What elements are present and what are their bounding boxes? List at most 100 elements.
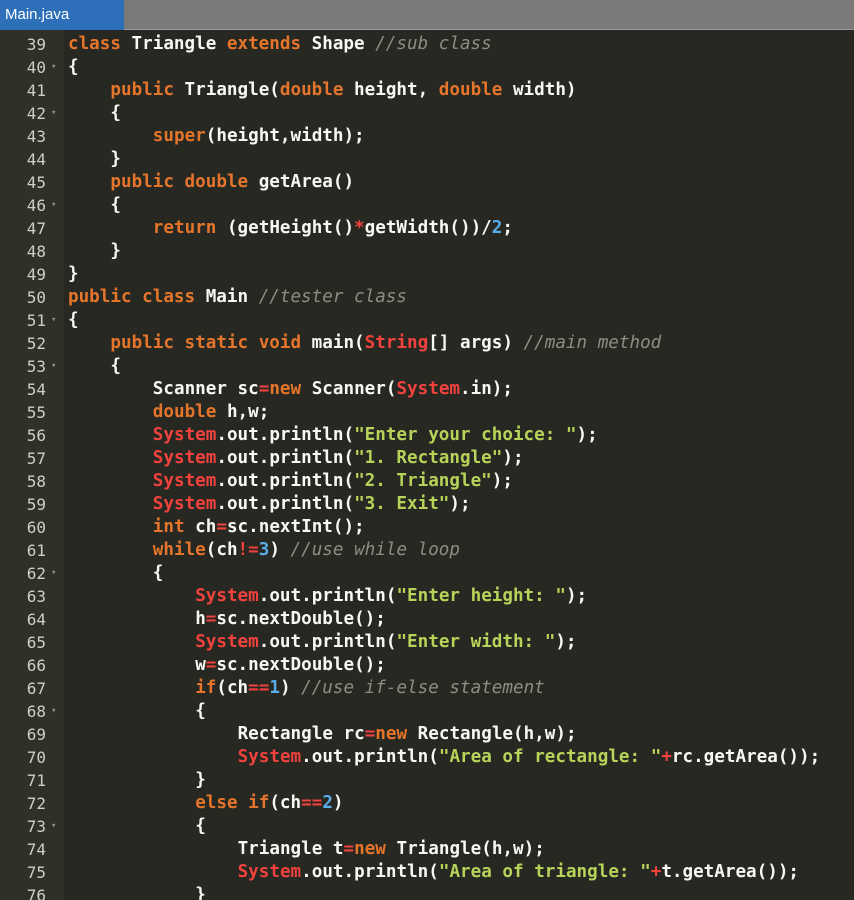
code-token: //tester class [258,287,407,307]
code-line[interactable]: 55 double h,w; [0,401,854,424]
code-line[interactable]: 62 ▾ { [0,562,854,585]
code-line[interactable]: 44} [0,148,854,171]
code-token: h [195,609,206,629]
code-line[interactable]: 48} [0,240,854,263]
code-line[interactable]: 60 int ch=sc.nextInt(); [0,516,854,539]
code-token: ); [576,425,598,445]
line-number: 48 [26,242,46,261]
code-text: h=sc.nextDouble(); [68,608,386,631]
code-token: sc.nextInt(); [226,517,365,537]
code-token: = [258,379,270,399]
fold-toggle-icon[interactable]: ▾ [51,194,56,217]
code-token: rc.getArea()); [671,747,821,767]
fold-toggle-icon[interactable]: ▾ [51,700,56,723]
code-lines: 39 class Triangle extends Shape //sub cla… [0,33,854,900]
fold-toggle-icon[interactable]: ▾ [51,815,56,838]
code-token: 1 [269,678,280,698]
code-text: public class Main //tester class [68,286,407,309]
code-line[interactable]: 52 public static void main(String[] args)… [0,332,854,355]
line-number: 54 [26,380,46,399]
code-line[interactable]: 69 Rectangle rc=new Rectangle(h,w); [0,723,854,746]
fold-toggle-icon[interactable]: ▾ [51,355,56,378]
code-line[interactable]: 65 System.out.println("Enter width: "); [0,631,854,654]
code-line[interactable]: 71} [0,769,854,792]
code-line[interactable]: 56 System.out.println("Enter your choice:… [0,424,854,447]
code-token: (ch [269,793,302,813]
code-line[interactable]: 70 System.out.println("Area of rectangle:… [0,746,854,769]
fold-toggle-icon[interactable]: ▾ [51,56,56,79]
code-line[interactable]: 42 ▾ { [0,102,854,125]
code-line[interactable]: 43 super(height,width); [0,125,854,148]
code-line[interactable]: 76} [0,884,854,900]
code-line[interactable]: 63 System.out.println("Enter height: "); [0,585,854,608]
code-line[interactable]: 51 ▾ { [0,309,854,332]
line-number: 69 [26,725,46,744]
code-line[interactable]: 57 System.out.println("1. Rectangle"); [0,447,854,470]
fold-toggle-icon[interactable]: ▾ [51,562,56,585]
code-token: getArea() [248,172,355,192]
code-token: = [343,839,355,859]
code-line[interactable]: 61 while(ch!=3) //use while loop [0,539,854,562]
code-text: while(ch!=3) //use while loop [68,539,460,562]
code-text: return (getHeight()*getWidth())/2; [68,217,513,240]
code-line[interactable]: 64 h=sc.nextDouble(); [0,608,854,631]
code-token: + [650,862,662,882]
code-line[interactable]: 59 System.out.println("3. Exit"); [0,493,854,516]
code-line[interactable]: 58 System.out.println("2. Triangle"); [0,470,854,493]
code-token: == [301,793,323,813]
code-token: ) [332,793,344,813]
code-line[interactable]: 68 ▾ { [0,700,854,723]
code-line[interactable]: 46 ▾ { [0,194,854,217]
line-number: 66 [26,656,46,675]
line-number: 60 [26,518,46,537]
code-editor[interactable]: 39 class Triangle extends Shape //sub cla… [0,30,854,900]
code-token: new [269,379,302,399]
code-token: } [195,770,206,790]
code-text: } [68,148,121,171]
code-line[interactable]: 45 public double getArea() [0,171,854,194]
code-token: return [152,218,217,238]
code-text: { [68,562,164,585]
tab-main-java[interactable]: Main.java [0,0,124,30]
code-token: { [195,701,206,721]
code-token: ); [502,448,524,468]
code-line[interactable]: 66 w=sc.nextDouble(); [0,654,854,677]
code-line[interactable]: 74 Triangle t=new Triangle(h,w); [0,838,854,861]
code-token: { [152,563,164,583]
code-token: "2. Triangle" [354,471,492,491]
code-line[interactable]: 40 ▾ { [0,56,854,79]
code-token: { [110,195,121,215]
code-line[interactable]: 41 public Triangle(double height, double … [0,79,854,102]
code-token: .out.println( [216,494,355,514]
code-text: System.out.println("3. Exit"); [68,493,471,516]
line-number: 43 [26,127,46,146]
code-token: double [152,402,217,422]
code-text: w=sc.nextDouble(); [68,654,386,677]
line-number: 51 [26,311,46,330]
code-line[interactable]: 47 return (getHeight()*getWidth())/2; [0,217,854,240]
code-token: "Enter width: " [396,632,556,652]
code-token: } [68,264,79,284]
code-text: if(ch==1) //use if-else statement [68,677,545,700]
code-token: class [68,34,121,54]
code-token: Triangle t [237,839,344,859]
code-line[interactable]: 72 else if(ch==2) [0,792,854,815]
fold-toggle-icon[interactable]: ▾ [51,309,56,332]
code-line[interactable]: 53 ▾ { [0,355,854,378]
line-number: 59 [26,495,46,514]
fold-toggle-icon[interactable]: ▾ [51,102,56,125]
code-line[interactable]: 39 class Triangle extends Shape //sub cla… [0,33,854,56]
code-text: Scanner sc=new Scanner(System.in); [68,378,513,401]
line-number: 58 [26,472,46,491]
line-number: 73 [26,817,46,836]
code-line[interactable]: 75 System.out.println("Area of triangle: … [0,861,854,884]
code-line[interactable]: 50 public class Main //tester class [0,286,854,309]
code-line[interactable]: 54 Scanner sc=new Scanner(System.in); [0,378,854,401]
code-line[interactable]: 49} [0,263,854,286]
code-token: System [195,586,259,606]
code-token: if [248,793,270,813]
code-line[interactable]: 73 ▾ { [0,815,854,838]
code-text: { [68,700,206,723]
code-line[interactable]: 67 if(ch==1) //use if-else statement [0,677,854,700]
code-token: "Enter height: " [396,586,566,606]
